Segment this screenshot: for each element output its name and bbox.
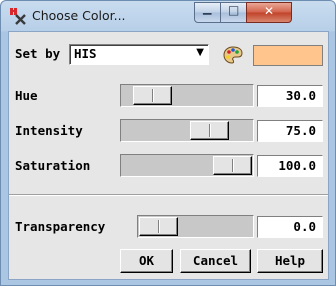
set-by-label: Set by (15, 46, 61, 61)
saturation-slider-thumb[interactable] (213, 156, 252, 175)
palette-button[interactable] (223, 45, 243, 65)
hue-label: Hue (15, 88, 38, 103)
transparency-label: Transparency (15, 219, 106, 234)
divider (9, 194, 328, 196)
transparency-value-field[interactable]: 0.0 (257, 216, 323, 238)
dialog-body: Set by HIS ▼ Hue 30.0 Intensity 75.0 Sat… (8, 31, 329, 280)
set-by-value: HIS (74, 46, 97, 61)
set-by-select[interactable]: HIS ▼ (69, 44, 209, 65)
hue-value-field[interactable]: 30.0 (257, 85, 323, 107)
maximize-icon: □ (228, 3, 240, 17)
choose-color-window: Choose Color... ▁ □ ✕ Set by HIS ▼ Hue 3… (0, 0, 336, 286)
intensity-slider[interactable] (120, 119, 254, 142)
title-bar[interactable]: Choose Color... ▁ □ ✕ (1, 1, 335, 31)
ok-button[interactable]: OK (120, 249, 173, 273)
saturation-label: Saturation (15, 158, 91, 173)
intensity-slider-thumb[interactable] (190, 121, 229, 140)
transparency-slider[interactable] (137, 215, 254, 238)
hue-slider-thumb[interactable] (133, 86, 172, 105)
close-icon: ✕ (264, 4, 275, 18)
minimize-button[interactable]: ▁ (194, 2, 221, 23)
color-app-icon (10, 8, 26, 25)
saturation-slider[interactable] (120, 154, 254, 177)
saturation-value-field[interactable]: 100.0 (257, 155, 323, 177)
minimize-icon: ▁ (203, 2, 212, 15)
color-swatch[interactable] (253, 45, 323, 66)
intensity-value-field[interactable]: 75.0 (257, 120, 323, 142)
palette-icon (223, 46, 243, 64)
window-title: Choose Color... (32, 8, 126, 23)
hue-slider[interactable] (120, 84, 254, 107)
transparency-slider-thumb[interactable] (139, 217, 178, 236)
intensity-label: Intensity (15, 123, 83, 138)
maximize-button[interactable]: □ (220, 2, 247, 23)
close-button[interactable]: ✕ (246, 2, 292, 23)
help-button[interactable]: Help (257, 249, 323, 273)
chevron-down-icon[interactable]: ▼ (196, 47, 204, 58)
cancel-button[interactable]: Cancel (180, 249, 251, 273)
